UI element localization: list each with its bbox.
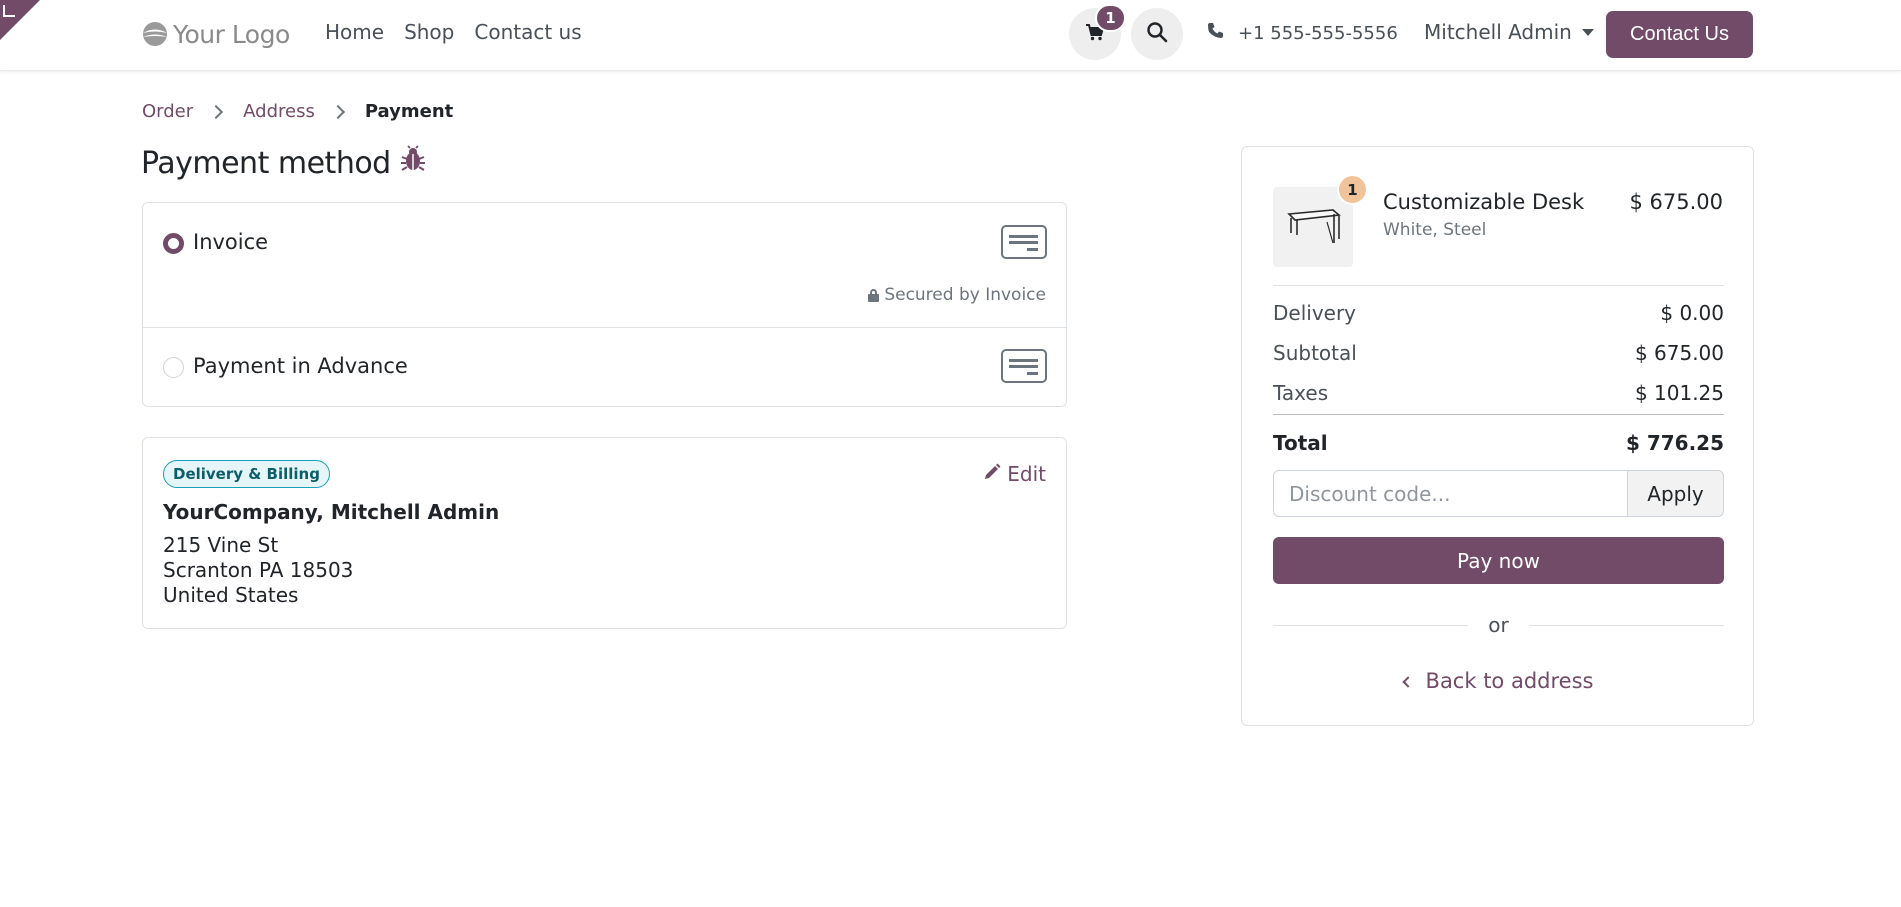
apply-discount-button[interactable]: Apply [1628, 470, 1724, 517]
summary-divider [1273, 285, 1724, 286]
search-icon [1146, 21, 1168, 47]
subtotal-label: Subtotal [1273, 341, 1357, 365]
payment-option-advance[interactable]: Payment in Advance [143, 328, 1066, 407]
phone-number: +1 555-555-5556 [1238, 22, 1398, 44]
radio-invoice[interactable] [163, 233, 184, 254]
breadcrumb-order[interactable]: Order [142, 101, 193, 122]
top-navbar: Your Logo Home Shop Contact us 1 +1 555-… [0, 0, 1901, 71]
divider-line [1273, 624, 1469, 626]
corner-mark-icon [3, 5, 15, 17]
contact-us-button[interactable]: Contact Us [1606, 11, 1753, 58]
address-card: Delivery & Billing Edit YourCompany, Mit… [142, 437, 1067, 629]
product-name[interactable]: Customizable Desk [1383, 190, 1584, 214]
chevron-right-icon [330, 104, 345, 119]
divider-line [1528, 624, 1724, 626]
delivery-billing-badge: Delivery & Billing [163, 460, 330, 488]
order-summary: 1 Customizable Desk White, Steel $ 675.0… [1241, 146, 1754, 726]
total-value: $ 776.25 [1625, 431, 1724, 455]
caret-down-icon [1581, 28, 1594, 36]
chevron-right-icon [209, 104, 224, 119]
pay-now-button[interactable]: Pay now [1273, 537, 1724, 584]
address-line: Scranton PA 18503 [163, 558, 354, 582]
payment-option-label: Payment in Advance [193, 354, 408, 378]
nav-shop[interactable]: Shop [404, 20, 454, 44]
pencil-icon [983, 462, 1001, 486]
edit-address-link[interactable]: Edit [983, 462, 1046, 486]
cart-count-badge: 1 [1095, 4, 1126, 32]
discount-form: Apply [1273, 470, 1724, 517]
product-quantity-badge: 1 [1337, 174, 1368, 205]
payment-method-list: Invoice Secured by Invoice Payment in Ad… [142, 202, 1067, 407]
total-label: Total [1273, 431, 1328, 455]
product-variant: White, Steel [1383, 220, 1487, 240]
or-separator: or [1273, 613, 1724, 637]
address-line: United States [163, 583, 299, 607]
payment-option-invoice[interactable]: Invoice Secured by Invoice [143, 203, 1066, 328]
total-row: Total $ 776.25 [1273, 431, 1724, 455]
payment-card-icon [1001, 349, 1047, 383]
main-nav: Home Shop Contact us [325, 20, 582, 44]
chevron-left-icon [1401, 675, 1414, 688]
site-logo[interactable]: Your Logo [141, 17, 290, 51]
discount-code-input[interactable] [1273, 470, 1628, 517]
user-menu-toggle[interactable]: Mitchell Admin [1424, 20, 1594, 44]
phone-icon [1207, 22, 1224, 44]
search-button[interactable] [1131, 8, 1183, 60]
back-label: Back to address [1425, 669, 1594, 693]
breadcrumb-address[interactable]: Address [243, 101, 315, 122]
delivery-row: Delivery $ 0.00 [1273, 301, 1724, 325]
page-title-text: Payment method [141, 145, 391, 181]
subtotal-row: Subtotal $ 675.00 [1273, 341, 1724, 365]
radio-payment-in-advance[interactable] [163, 357, 184, 378]
taxes-row: Taxes $ 101.25 [1273, 381, 1724, 405]
taxes-label: Taxes [1273, 381, 1329, 405]
summary-divider [1273, 414, 1724, 415]
delivery-label: Delivery [1273, 301, 1357, 325]
page-title: Payment method [141, 145, 427, 181]
nav-contact-us[interactable]: Contact us [474, 20, 581, 44]
back-to-address-link[interactable]: Back to address [1242, 669, 1755, 693]
checkout-breadcrumb: Order Address Payment [142, 101, 453, 122]
taxes-value: $ 101.25 [1634, 381, 1724, 405]
product-price: $ 675.00 [1629, 190, 1723, 214]
logo-text: Your Logo [173, 19, 290, 49]
edit-label: Edit [1007, 462, 1046, 486]
secured-note: Secured by Invoice [868, 285, 1046, 305]
logo-icon [141, 20, 169, 48]
payment-option-label: Invoice [193, 230, 269, 254]
bug-icon[interactable] [399, 145, 427, 181]
lock-icon [868, 288, 880, 302]
delivery-value: $ 0.00 [1660, 301, 1724, 325]
nav-home[interactable]: Home [325, 20, 384, 44]
payment-card-icon [1001, 225, 1047, 259]
breadcrumb-payment: Payment [364, 101, 454, 122]
phone-link[interactable]: +1 555-555-5556 [1207, 22, 1398, 44]
or-text: or [1488, 613, 1509, 637]
address-name: YourCompany, Mitchell Admin [163, 500, 500, 524]
subtotal-value: $ 675.00 [1634, 341, 1724, 365]
address-line: 215 Vine St [163, 533, 279, 557]
user-name: Mitchell Admin [1424, 20, 1572, 44]
secured-text: Secured by Invoice [884, 285, 1046, 305]
